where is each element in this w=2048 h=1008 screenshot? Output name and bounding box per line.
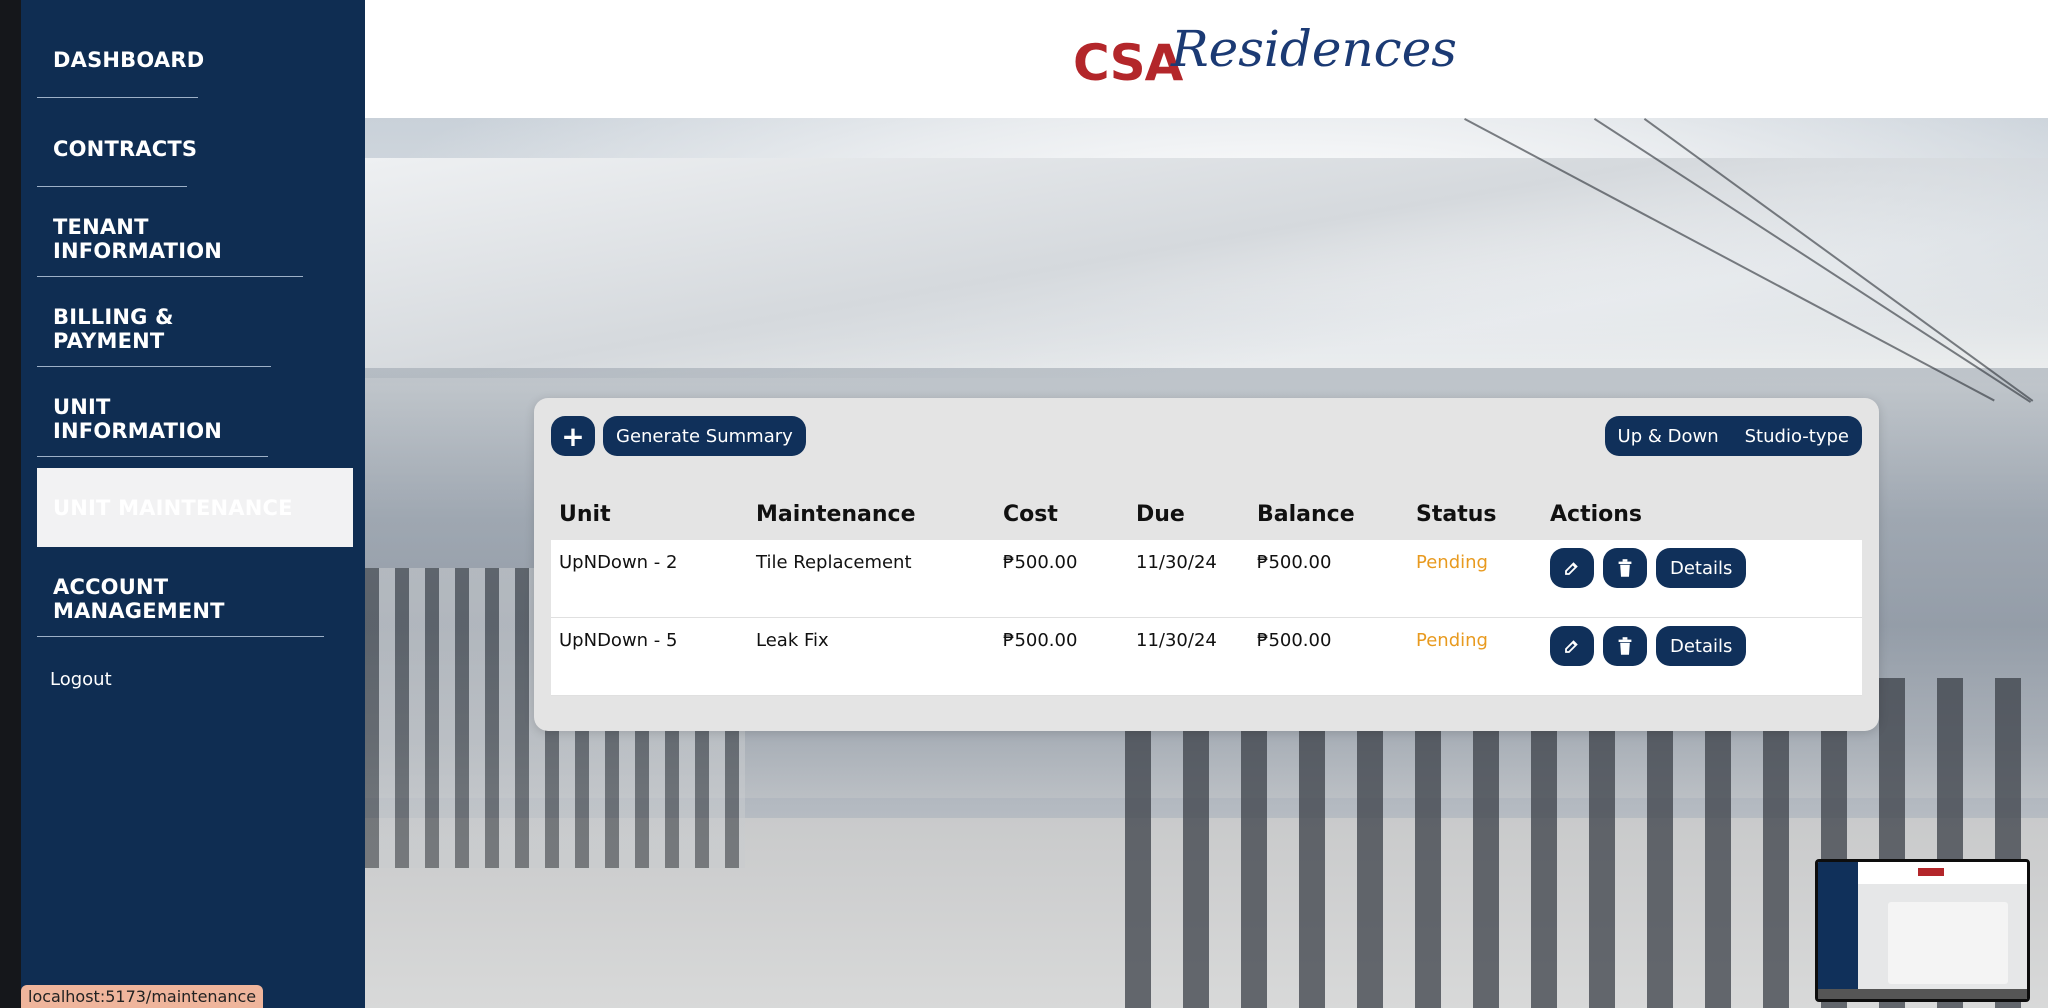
sidebar-item-label: UNIT INFORMATION xyxy=(53,395,223,443)
delete-button[interactable] xyxy=(1603,548,1647,588)
cell-unit: UpNDown - 5 xyxy=(559,630,678,651)
sidebar-divider xyxy=(37,456,268,457)
thumbnail-panel xyxy=(1888,902,2008,984)
cell-balance: ₱500.00 xyxy=(1257,630,1332,651)
sidebar: DASHBOARD CONTRACTS TENANT INFORMATION B… xyxy=(21,0,365,1008)
window-edge xyxy=(0,0,21,1008)
cell-cost: ₱500.00 xyxy=(1003,552,1078,573)
status-badge: Pending xyxy=(1416,630,1488,651)
top-header: CSA Residences xyxy=(365,0,2048,118)
sidebar-item-label: CONTRACTS xyxy=(53,137,198,161)
add-maintenance-button[interactable]: + xyxy=(551,416,595,456)
sidebar-item-label: UNIT MAINTENANCE xyxy=(53,495,293,520)
sidebar-item-label: BILLING & PAYMENT xyxy=(53,305,174,353)
edit-button[interactable] xyxy=(1550,548,1594,588)
screen-preview-thumbnail[interactable] xyxy=(1815,859,2030,1002)
maintenance-table: Unit Maintenance Cost Due Balance Status… xyxy=(551,498,1862,696)
sidebar-item-label: ACCOUNT MANAGEMENT xyxy=(53,574,225,623)
table-row[interactable]: UpNDown - 5 Leak Fix ₱500.00 11/30/24 ₱5… xyxy=(551,618,1862,696)
details-button[interactable]: Details xyxy=(1656,626,1747,666)
logout-link[interactable]: Logout xyxy=(50,669,112,690)
cell-unit: UpNDown - 2 xyxy=(559,552,678,573)
brand-logo-script: Residences xyxy=(1171,20,1457,78)
plus-icon: + xyxy=(561,419,585,453)
bg-roof xyxy=(365,158,2048,378)
thumbnail-logo xyxy=(1918,868,1944,876)
column-header-actions: Actions xyxy=(1550,502,1642,527)
sidebar-item-label: TENANT INFORMATION xyxy=(53,215,223,263)
table-row[interactable]: UpNDown - 2 Tile Replacement ₱500.00 11/… xyxy=(551,540,1862,618)
trash-icon xyxy=(1618,559,1632,577)
maintenance-panel: + Generate Summary Up & Down Studio-type… xyxy=(534,398,1879,731)
cell-maintenance: Leak Fix xyxy=(756,630,829,651)
status-url-tooltip: localhost:5173/maintenance xyxy=(21,985,264,1008)
sidebar-item-dashboard[interactable]: DASHBOARD xyxy=(37,22,208,98)
edit-button[interactable] xyxy=(1550,626,1594,666)
delete-button[interactable] xyxy=(1603,626,1647,666)
sidebar-divider xyxy=(37,186,187,187)
column-header-balance[interactable]: Balance xyxy=(1257,502,1355,527)
sidebar-item-unit-information[interactable]: UNIT INFORMATION xyxy=(37,381,270,457)
filter-up-and-down[interactable]: Up & Down xyxy=(1618,426,1719,447)
details-button[interactable]: Details xyxy=(1656,548,1747,588)
column-header-unit[interactable]: Unit xyxy=(559,502,611,527)
cell-due: 11/30/24 xyxy=(1136,552,1217,573)
cell-due: 11/30/24 xyxy=(1136,630,1217,651)
cell-maintenance: Tile Replacement xyxy=(756,552,912,573)
column-header-due[interactable]: Due xyxy=(1136,502,1185,527)
unit-type-filter: Up & Down Studio-type xyxy=(1604,416,1862,456)
sidebar-item-contracts[interactable]: CONTRACTS xyxy=(37,111,197,187)
edit-icon xyxy=(1565,562,1578,575)
sidebar-item-account-management[interactable]: ACCOUNT MANAGEMENT xyxy=(37,560,324,637)
sidebar-item-billing-payment[interactable]: BILLING & PAYMENT xyxy=(37,291,277,367)
sidebar-divider xyxy=(37,276,303,277)
thumbnail-sidebar xyxy=(1818,862,1858,999)
column-header-maintenance[interactable]: Maintenance xyxy=(756,502,916,527)
sidebar-divider xyxy=(37,366,271,367)
sidebar-divider xyxy=(37,97,198,98)
generate-summary-button[interactable]: Generate Summary xyxy=(603,416,806,456)
sidebar-item-label: DASHBOARD xyxy=(53,48,205,72)
thumbnail-dock xyxy=(1818,989,2027,999)
sidebar-item-tenant-information[interactable]: TENANT INFORMATION xyxy=(37,201,303,277)
trash-icon xyxy=(1618,637,1632,655)
brand-logo-primary: CSA xyxy=(1073,34,1183,92)
table-header: Unit Maintenance Cost Due Balance Status… xyxy=(551,498,1862,540)
status-badge: Pending xyxy=(1416,552,1488,573)
brand-logo[interactable]: CSA Residences xyxy=(1073,14,1457,104)
cell-balance: ₱500.00 xyxy=(1257,552,1332,573)
column-header-status[interactable]: Status xyxy=(1416,502,1496,527)
sidebar-item-unit-maintenance[interactable]: UNIT MAINTENANCE xyxy=(37,468,353,547)
sidebar-divider xyxy=(37,636,324,637)
filter-studio-type[interactable]: Studio-type xyxy=(1745,426,1849,447)
column-header-cost[interactable]: Cost xyxy=(1003,502,1058,527)
edit-icon xyxy=(1565,640,1578,653)
cell-cost: ₱500.00 xyxy=(1003,630,1078,651)
